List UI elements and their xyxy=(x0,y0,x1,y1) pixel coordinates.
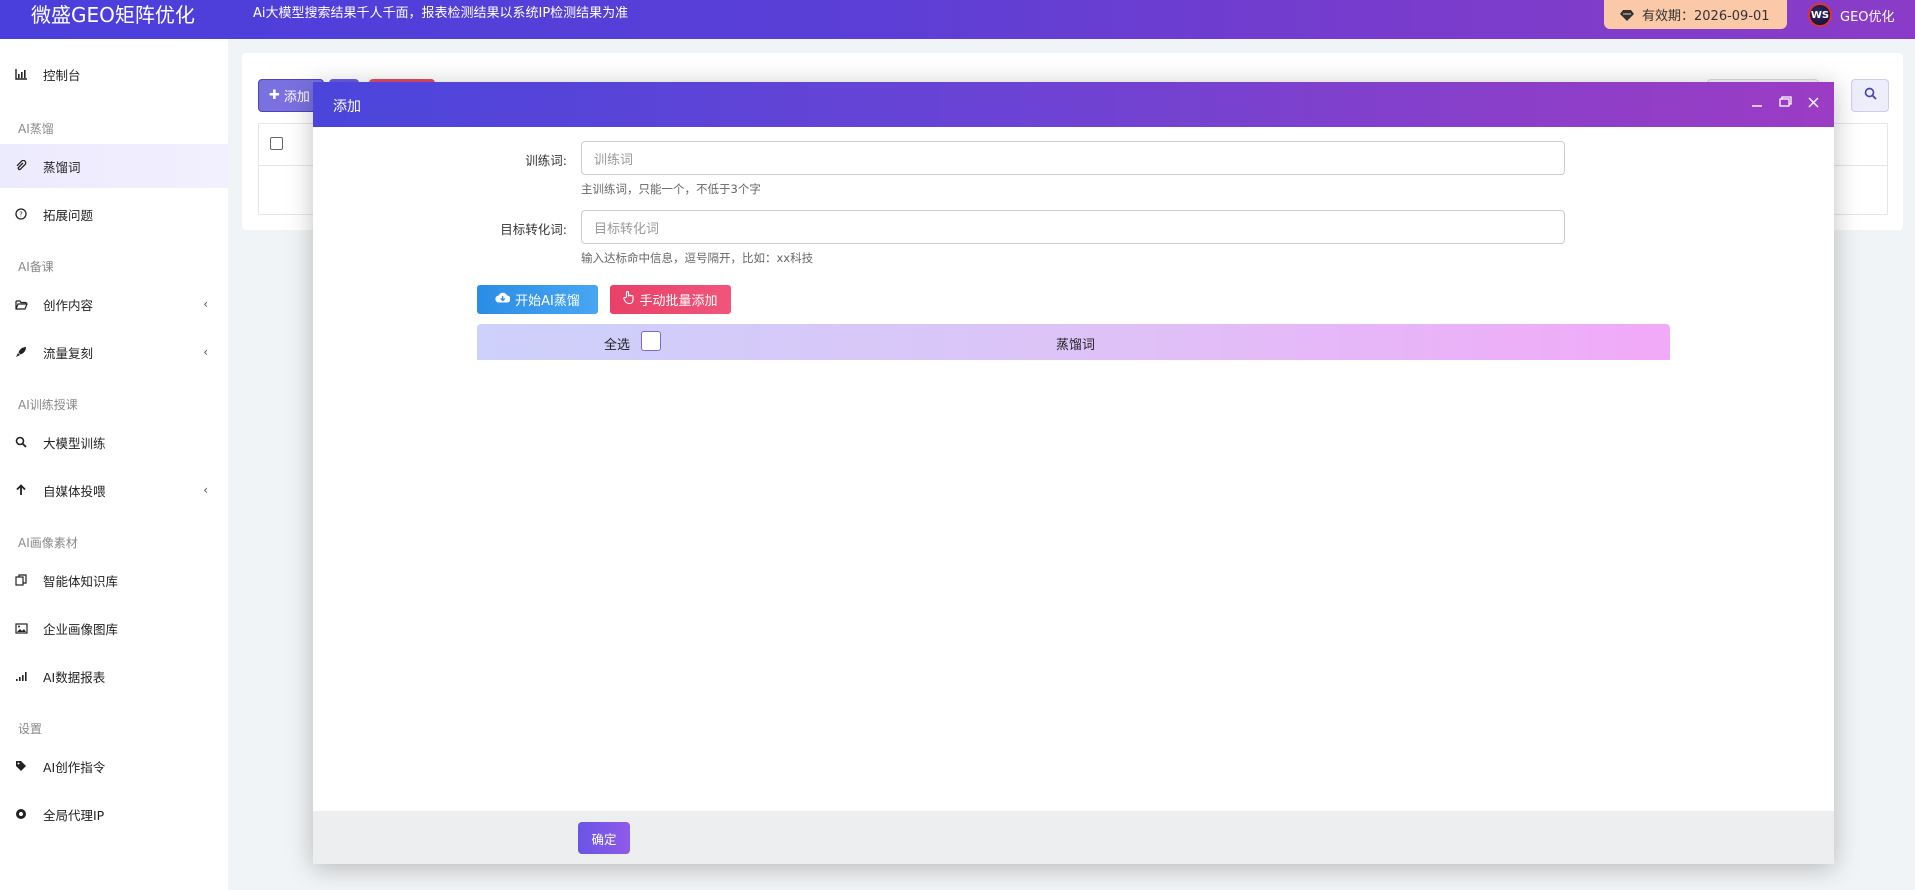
sidebar-item-label: 控制台 xyxy=(43,67,81,83)
sidebar-item-media-feed[interactable]: 自媒体投喂 ‹ xyxy=(0,468,228,512)
search-button[interactable] xyxy=(1851,79,1889,112)
sidebar-item-label: 大模型训练 xyxy=(43,435,106,451)
sidebar-group-image: AI画像素材 xyxy=(18,536,78,550)
expiry-label: 有效期：2026-09-01 xyxy=(1642,9,1770,24)
search-icon xyxy=(1864,87,1877,104)
sidebar-item-label: 企业画像图库 xyxy=(43,621,119,637)
modal-title: 添加 xyxy=(333,99,361,115)
close-icon[interactable] xyxy=(1806,95,1820,109)
expiry-badge: 有效期：2026-09-01 xyxy=(1604,0,1787,29)
start-ai-distill-button[interactable]: 开始AI蒸馏 xyxy=(477,285,598,314)
train-word-label: 训练词: xyxy=(525,153,567,168)
copy-icon xyxy=(14,573,28,587)
rocket-icon xyxy=(14,345,28,359)
target-word-help: 输入达标命中信息，逗号隔开，比如：xx科技 xyxy=(581,251,814,265)
user-name[interactable]: GEO优化 xyxy=(1840,6,1895,25)
cloud-download-icon xyxy=(495,292,511,307)
manual-batch-add-button[interactable]: 手动批量添加 xyxy=(610,285,731,314)
user-menu[interactable]: WS GEO优化 xyxy=(1808,3,1895,27)
modal-footer: 确定 xyxy=(313,811,1834,864)
sidebar: 控制台 AI蒸馏 蒸馏词 ? 拓展问题 AI备课 创作内容 ‹ 流量复刻 ‹ A… xyxy=(0,39,228,890)
sidebar-item-label: 蒸馏词 xyxy=(43,159,81,175)
sidebar-item-traffic-copy[interactable]: 流量复刻 ‹ xyxy=(0,330,228,374)
target-word-input[interactable]: 目标转化词 xyxy=(581,210,1565,244)
sidebar-item-ai-command[interactable]: AI创作指令 xyxy=(0,744,228,788)
train-word-input[interactable]: 训练词 xyxy=(581,141,1565,175)
tag-icon xyxy=(14,759,28,773)
sidebar-item-label: 智能体知识库 xyxy=(43,573,119,589)
chrome-icon xyxy=(14,807,28,821)
select-all-checkbox[interactable] xyxy=(641,331,661,351)
sidebar-item-label: 全局代理IP xyxy=(43,807,105,823)
sidebar-group-distill: AI蒸馏 xyxy=(18,122,54,136)
chevron-left-icon[interactable]: ‹ xyxy=(203,483,208,497)
add-modal: 添加 训练词: 训练词 主训练词，只能一个，不低于3个字 目标转化词: 目标转化… xyxy=(313,82,1834,864)
sidebar-item-enterprise-gallery[interactable]: 企业画像图库 xyxy=(0,606,228,650)
sidebar-item-distill-words[interactable]: 蒸馏词 xyxy=(0,144,228,188)
start-ai-distill-label: 开始AI蒸馏 xyxy=(515,294,580,309)
image-icon xyxy=(14,621,28,635)
paperclip-icon xyxy=(14,159,28,173)
avatar[interactable]: WS xyxy=(1808,3,1832,27)
signal-bars-icon xyxy=(14,669,28,683)
arrow-up-icon xyxy=(14,483,28,497)
sidebar-item-global-proxy[interactable]: 全局代理IP xyxy=(0,792,228,836)
sidebar-group-settings: 设置 xyxy=(18,722,43,736)
sidebar-item-label: 拓展问题 xyxy=(43,207,94,223)
add-button-label: 添加 xyxy=(283,90,310,105)
select-all-label: 全选 xyxy=(604,338,631,353)
window-controls xyxy=(1750,95,1820,109)
sidebar-item-label: 流量复刻 xyxy=(43,345,94,361)
sidebar-item-expand-questions[interactable]: ? 拓展问题 xyxy=(0,192,228,236)
sidebar-item-ai-report[interactable]: AI数据报表 xyxy=(0,654,228,698)
sidebar-item-label: AI创作指令 xyxy=(43,759,106,775)
plus-icon: ✚ xyxy=(269,88,280,103)
target-word-label: 目标转化词: xyxy=(500,222,567,237)
question-circle-icon: ? xyxy=(14,207,28,221)
chevron-left-icon[interactable]: ‹ xyxy=(203,297,208,311)
modal-title-bar[interactable]: 添加 xyxy=(313,82,1834,127)
manual-batch-add-label: 手动批量添加 xyxy=(639,294,718,309)
sidebar-item-dashboard[interactable]: 控制台 xyxy=(0,52,228,96)
top-header: 微盛GEO矩阵优化 Ai大模型搜索结果千人千面，报表检测结果以系统IP检测结果为… xyxy=(0,0,1915,39)
hand-pointer-icon xyxy=(623,291,635,308)
folder-open-icon xyxy=(14,297,28,311)
sidebar-group-prep: AI备课 xyxy=(18,260,54,274)
table-select-all-checkbox[interactable] xyxy=(270,137,283,150)
sidebar-item-label: AI数据报表 xyxy=(43,669,106,685)
sidebar-item-agent-kb[interactable]: 智能体知识库 xyxy=(0,558,228,602)
chevron-left-icon[interactable]: ‹ xyxy=(203,345,208,359)
header-notice: Ai大模型搜索结果千人千面，报表检测结果以系统IP检测结果为准 xyxy=(253,6,629,21)
search-icon xyxy=(14,435,28,449)
column-distill-word: 蒸馏词 xyxy=(1056,338,1096,353)
confirm-button[interactable]: 确定 xyxy=(578,822,630,854)
sidebar-group-train: AI训练授课 xyxy=(18,398,78,412)
svg-text:?: ? xyxy=(19,211,23,219)
diamond-icon xyxy=(1620,8,1634,22)
sidebar-item-label: 自媒体投喂 xyxy=(43,483,106,499)
minimize-icon[interactable] xyxy=(1750,95,1764,109)
brand-title[interactable]: 微盛GEO矩阵优化 xyxy=(31,3,195,27)
train-word-help: 主训练词，只能一个，不低于3个字 xyxy=(581,182,761,196)
sidebar-item-llm-train[interactable]: 大模型训练 xyxy=(0,420,228,464)
bar-chart-icon xyxy=(14,67,28,81)
maximize-icon[interactable] xyxy=(1778,95,1792,109)
distill-words-table-header: 全选 蒸馏词 xyxy=(477,324,1670,360)
sidebar-item-label: 创作内容 xyxy=(43,297,94,313)
sidebar-item-create-content[interactable]: 创作内容 ‹ xyxy=(0,282,228,326)
